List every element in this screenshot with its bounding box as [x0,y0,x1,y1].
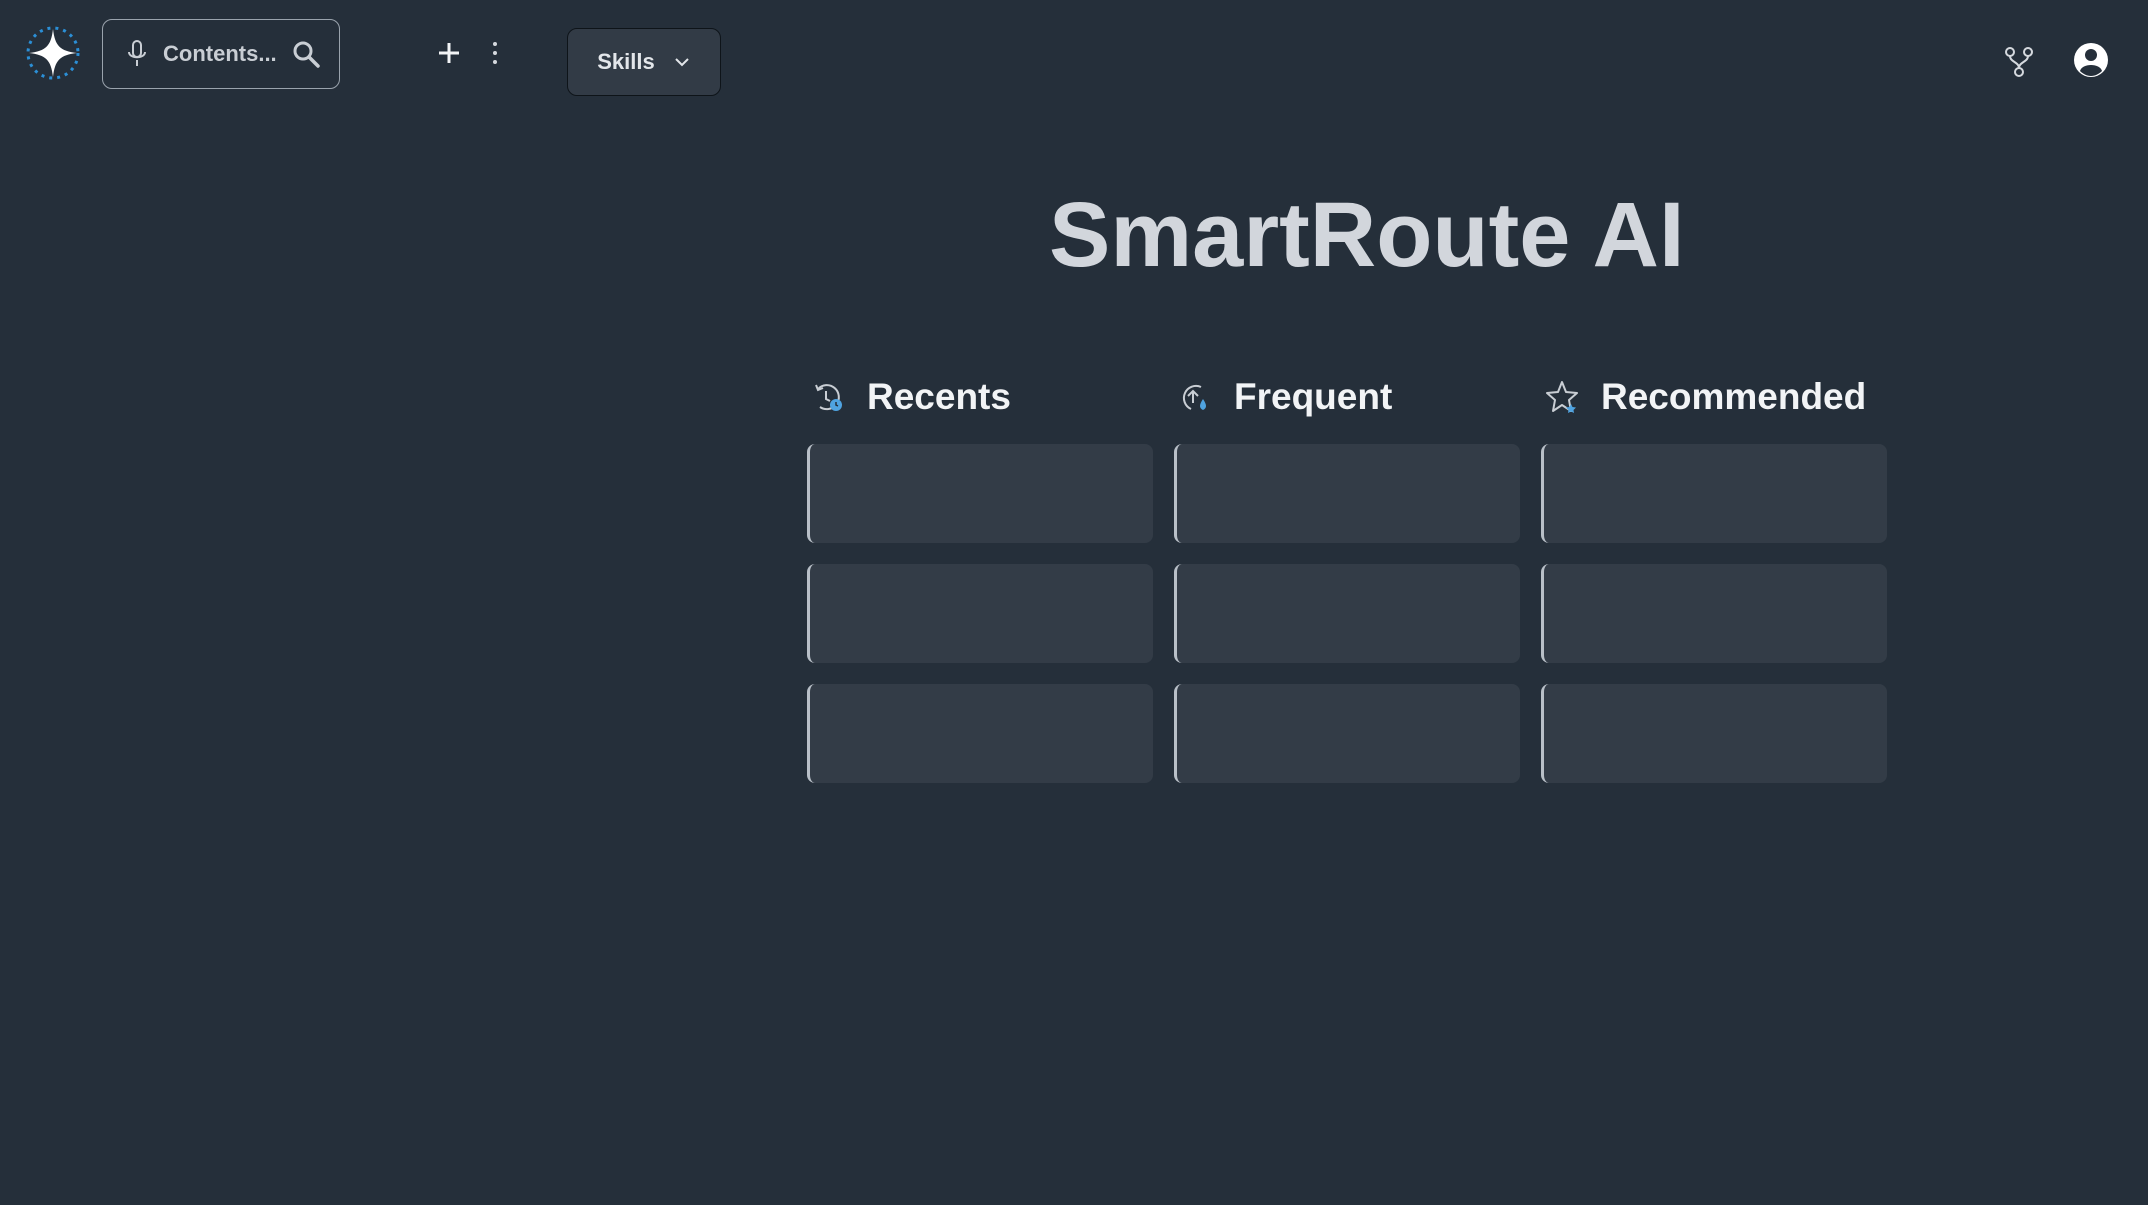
branch-icon[interactable] [2004,46,2034,78]
frequent-upload-drop-icon [1182,384,1206,410]
recommended-star-icon [1546,381,1578,413]
recommended-card[interactable] [1541,684,1887,783]
recent-card[interactable] [807,444,1153,543]
add-button[interactable] [434,38,464,68]
column-frequent: Frequent [1174,372,1520,783]
page-title: SmartRoute AI [1049,184,1685,286]
account-circle-icon[interactable] [2073,42,2109,78]
app-page: Contents... Skills SmartRoute AI Recents… [0,0,2148,1205]
more-vertical-icon[interactable] [488,40,502,66]
search-field[interactable]: Contents... [102,19,340,89]
column-title: Recents [867,376,1011,417]
frequent-card[interactable] [1174,684,1520,783]
microphone-icon[interactable] [125,39,149,69]
search-placeholder[interactable]: Contents... [163,41,277,67]
recommended-card[interactable] [1541,444,1887,543]
search-icon[interactable] [291,39,321,69]
frequent-card[interactable] [1174,444,1520,543]
chevron-down-icon [675,58,689,67]
recent-card[interactable] [807,564,1153,663]
skills-label: Skills [597,49,655,74]
skills-dropdown[interactable]: Skills [567,28,721,96]
column-header: Frequent [1174,372,1520,422]
recent-card[interactable] [807,684,1153,783]
sparkle-logo-icon[interactable] [24,24,82,82]
column-header: Recents [807,372,1153,422]
recommended-card[interactable] [1541,564,1887,663]
column-recommended: Recommended [1541,372,1887,783]
column-title: Frequent [1234,376,1393,417]
column-title: Recommended [1601,376,1867,417]
frequent-card[interactable] [1174,564,1520,663]
column-recents: Recents [807,372,1153,783]
recents-clock-icon [815,384,842,411]
column-header: Recommended [1541,372,1887,422]
